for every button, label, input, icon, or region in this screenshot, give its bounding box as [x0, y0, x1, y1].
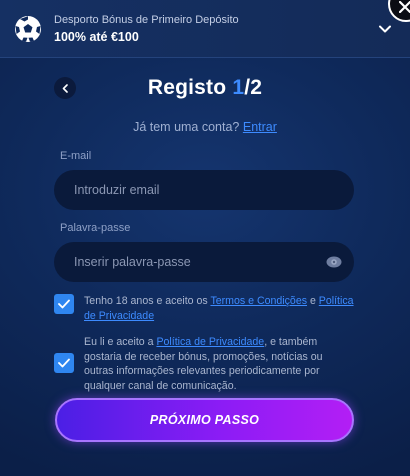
marketing-consent-text: Eu li e aceito a Política de Privacidade…: [84, 335, 354, 393]
terms-checkbox[interactable]: [54, 294, 74, 314]
marketing-consent-row: Eu li e aceito a Política de Privacidade…: [54, 335, 354, 393]
page-title: Registo 1/2: [148, 76, 262, 100]
bonus-text: Desporto Bónus de Primeiro Depósito 100%…: [54, 14, 378, 44]
eye-icon[interactable]: [326, 256, 342, 268]
soccer-ball-icon: [15, 15, 41, 42]
title-step-total: /2: [244, 76, 263, 99]
next-step-button[interactable]: PRÓXIMO PASSO: [55, 398, 354, 442]
title-main: Registo: [147, 76, 233, 99]
checkmark-icon: [58, 299, 70, 309]
terms-text-mid: e: [307, 295, 319, 307]
login-link[interactable]: Entrar: [243, 120, 277, 134]
bonus-subtitle: Desporto Bónus de Primeiro Depósito: [54, 13, 239, 26]
marketing-text-before: Eu li e aceito a: [84, 336, 157, 348]
terms-link[interactable]: Termos e Condições: [210, 295, 307, 307]
chevron-down-icon[interactable]: [378, 22, 392, 36]
terms-consent-text: Tenho 18 anos e aceito os Termos e Condi…: [84, 294, 354, 323]
registration-header: Registo 1/2: [0, 58, 410, 116]
login-prompt-row: Já tem uma conta? Entrar: [0, 120, 410, 140]
back-button[interactable]: [54, 77, 76, 99]
title-step-current: 1: [232, 76, 245, 99]
registration-modal: Desporto Bónus de Primeiro Depósito 100%…: [0, 0, 410, 476]
email-label: E-mail: [60, 150, 92, 162]
password-field[interactable]: [74, 255, 326, 269]
privacy-link-2[interactable]: Política de Privacidade: [156, 336, 264, 348]
terms-text-before: Tenho 18 anos e aceito os: [84, 295, 211, 307]
bonus-title: 100% até €100: [54, 29, 139, 44]
bonus-banner[interactable]: Desporto Bónus de Primeiro Depósito 100%…: [0, 0, 410, 58]
password-field-wrapper: [54, 242, 354, 282]
terms-consent-row: Tenho 18 anos e aceito os Termos e Condi…: [54, 294, 354, 323]
password-label: Palavra-passe: [60, 222, 131, 234]
email-field[interactable]: [74, 183, 334, 197]
marketing-checkbox[interactable]: [54, 353, 74, 373]
checkmark-icon: [58, 358, 70, 368]
email-field-wrapper: [54, 170, 354, 210]
chevron-left-icon: [62, 83, 68, 93]
login-prompt: Já tem uma conta?: [133, 120, 240, 134]
close-icon: [399, 1, 410, 13]
